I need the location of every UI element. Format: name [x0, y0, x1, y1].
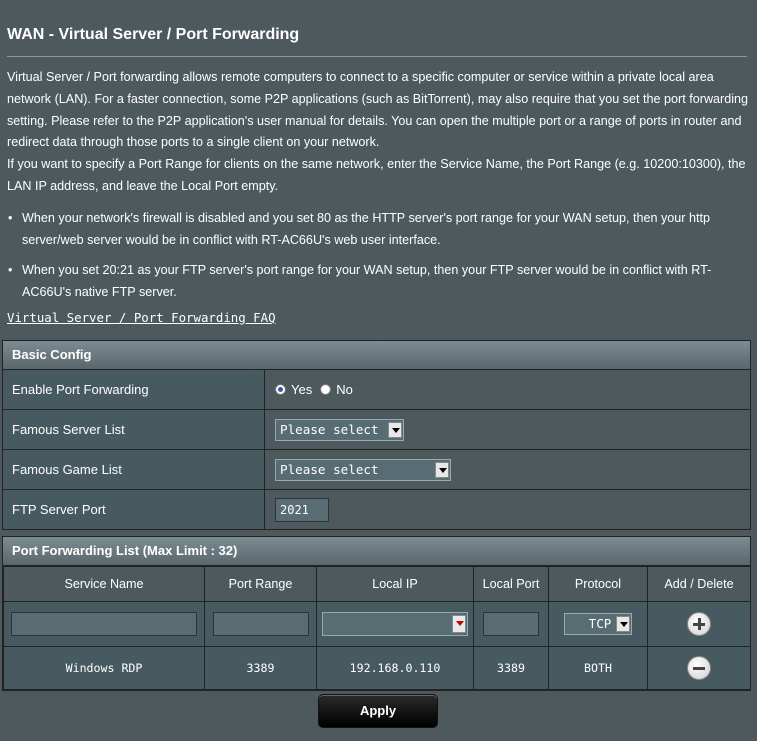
service-name-input[interactable] [11, 612, 197, 636]
row-local-port: 3389 [473, 646, 549, 690]
ftp-server-port-label: FTP Server Port [3, 490, 265, 529]
row-service-name: Windows RDP [3, 646, 205, 690]
basic-config-header: Basic Config [3, 341, 750, 370]
famous-server-select[interactable]: Please select [275, 418, 404, 441]
enable-yes-option[interactable]: Yes [275, 382, 312, 397]
famous-server-row: Famous Server List Please select [3, 410, 750, 450]
chevron-down-icon[interactable] [616, 616, 630, 632]
intro-paragraph-1: Virtual Server / Port forwarding allows … [7, 70, 749, 150]
column-local-port: Local Port [473, 566, 549, 602]
column-service-name: Service Name [3, 566, 205, 602]
column-local-ip: Local IP [316, 566, 474, 602]
new-rule-row: TCP [3, 601, 751, 647]
local-ip-select[interactable] [322, 612, 468, 636]
table-row: Windows RDP 3389 192.168.0.110 3389 BOTH [3, 646, 751, 690]
apply-button[interactable]: Apply [318, 694, 438, 728]
enable-port-forwarding-row: Enable Port Forwarding Yes No [3, 370, 750, 410]
notice-list: When your network's firewall is disabled… [0, 208, 752, 304]
enable-port-forwarding-options: Yes No [265, 370, 750, 409]
minus-icon [693, 667, 705, 670]
notice-http-conflict: When your network's firewall is disabled… [0, 208, 752, 260]
port-range-input[interactable] [212, 612, 309, 636]
notice-ftp-conflict: When you set 20:21 as your FTP server's … [0, 260, 752, 304]
port-forwarding-list-panel: Port Forwarding List (Max Limit : 32) Se… [2, 536, 751, 691]
local-port-input[interactable] [483, 612, 539, 636]
protocol-value: TCP [588, 616, 612, 631]
ftp-server-port-input[interactable]: 2021 [275, 497, 329, 522]
chevron-down-icon[interactable] [435, 461, 449, 478]
ftp-server-port-row: FTP Server Port 2021 [3, 490, 750, 529]
faq-link[interactable]: Virtual Server / Port Forwarding FAQ [7, 310, 276, 325]
intro-text: Virtual Server / Port forwarding allows … [7, 67, 752, 198]
famous-server-value: Please select [280, 421, 379, 437]
radio-no[interactable] [320, 384, 332, 395]
basic-config-panel: Basic Config Enable Port Forwarding Yes … [2, 340, 751, 530]
table-header-row: Service Name Port Range Local IP Local P… [3, 566, 751, 602]
radio-yes-selected[interactable] [275, 384, 286, 395]
intro-paragraph-2: If you want to specify a Port Range for … [7, 157, 746, 193]
delete-rule-button[interactable] [687, 656, 711, 680]
enable-no-option[interactable]: No [320, 382, 353, 397]
row-port-range: 3389 [204, 646, 317, 690]
yes-label: Yes [291, 382, 313, 397]
title-divider [7, 56, 747, 57]
no-label: No [336, 382, 353, 397]
row-protocol: BOTH [548, 646, 648, 690]
famous-game-select[interactable]: Please select [275, 458, 451, 481]
port-forwarding-table: Service Name Port Range Local IP Local P… [3, 566, 751, 690]
famous-server-label: Famous Server List [3, 410, 265, 449]
row-local-ip: 192.168.0.110 [316, 646, 474, 690]
famous-game-row: Famous Game List Please select [3, 450, 750, 490]
protocol-select[interactable]: TCP [564, 613, 632, 635]
column-port-range: Port Range [204, 566, 317, 602]
port-forwarding-list-header: Port Forwarding List (Max Limit : 32) [3, 537, 750, 566]
famous-game-value: Please select [280, 461, 379, 477]
chevron-down-icon[interactable] [452, 615, 466, 633]
add-rule-button[interactable] [687, 612, 711, 636]
famous-game-label: Famous Game List [3, 450, 265, 489]
chevron-down-icon[interactable] [388, 421, 402, 438]
enable-port-forwarding-label: Enable Port Forwarding [3, 370, 265, 409]
column-add-delete: Add / Delete [647, 566, 751, 602]
column-protocol: Protocol [548, 566, 648, 602]
page-title: WAN - Virtual Server / Port Forwarding [7, 26, 300, 43]
